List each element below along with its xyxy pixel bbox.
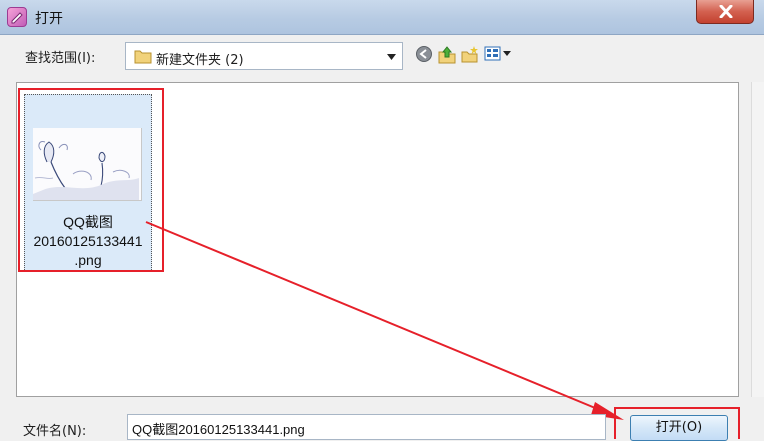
annotation-arrow — [145, 221, 624, 420]
filename-field[interactable]: QQ截图20160125133441.png — [127, 414, 606, 440]
annotation-box-open — [614, 407, 740, 439]
filename-label: 文件名(N): — [23, 424, 87, 439]
